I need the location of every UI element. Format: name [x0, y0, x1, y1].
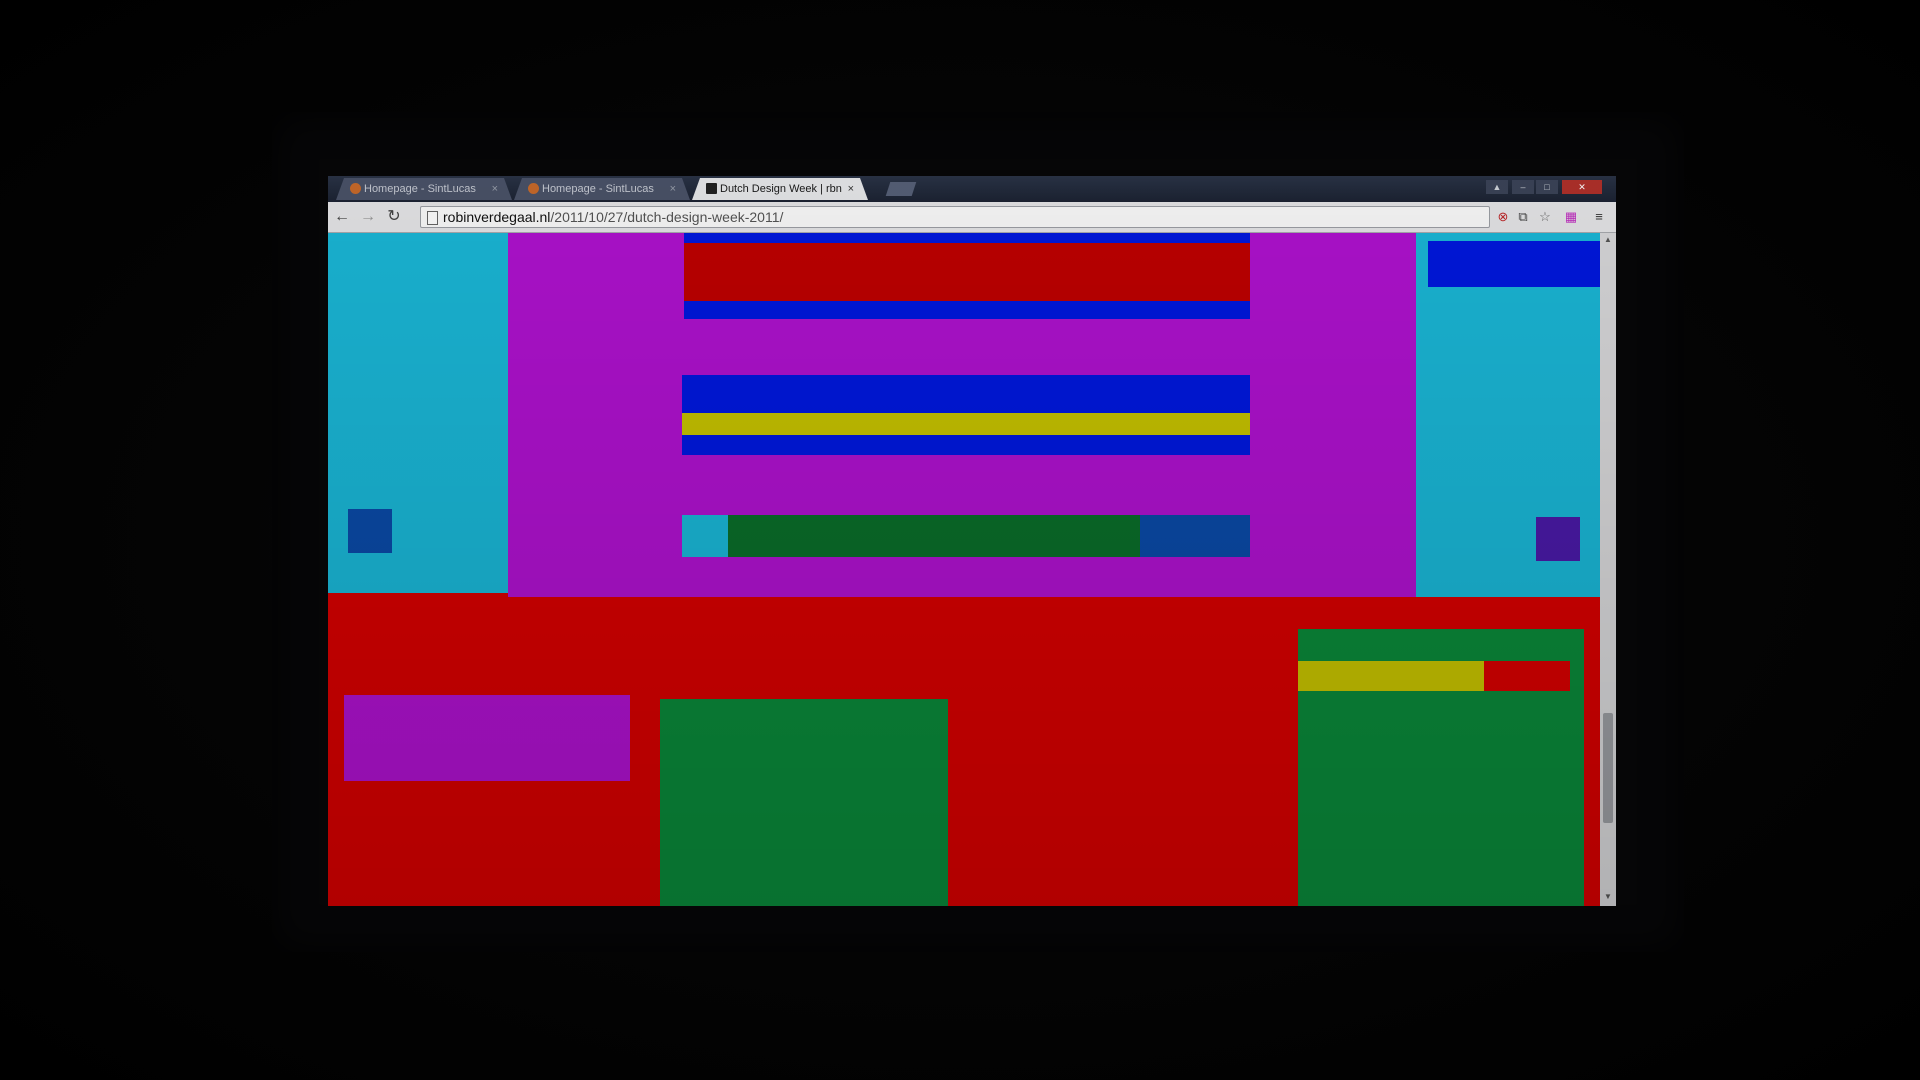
close-window-icon[interactable]: ✕: [1562, 180, 1602, 194]
purple-square: [1536, 517, 1580, 561]
yellow-bar-small: [1298, 661, 1484, 691]
magenta-block: [344, 695, 630, 781]
tab-strip: Homepage - SintLucas × Homepage - SintLu…: [328, 176, 1616, 202]
page-viewport: [328, 233, 1600, 906]
sintlucas-favicon-icon: [350, 183, 361, 194]
sintlucas-favicon-icon: [528, 183, 539, 194]
cyan-segment: [682, 515, 728, 557]
scroll-up-icon[interactable]: ▲: [1600, 235, 1616, 247]
scroll-thumb[interactable]: [1603, 713, 1613, 823]
tab-label: Homepage - SintLucas: [542, 183, 654, 195]
browser-window: Homepage - SintLucas × Homepage - SintLu…: [328, 176, 1616, 906]
adblock-icon[interactable]: ⊗: [1496, 210, 1510, 224]
menu-icon[interactable]: ≡: [1592, 210, 1606, 224]
tab-homepage-sintlucas-2[interactable]: Homepage - SintLucas ×: [514, 178, 690, 200]
green-segment: [728, 515, 1140, 557]
blue-stripe: [684, 301, 1250, 319]
tab-dutch-design-week[interactable]: Dutch Design Week | rbn ×: [692, 178, 868, 200]
page-icon: [427, 211, 438, 225]
translate-icon[interactable]: ⧉: [1516, 210, 1530, 224]
tab-homepage-sintlucas-1[interactable]: Homepage - SintLucas ×: [336, 178, 512, 200]
extension-icon[interactable]: ▦: [1564, 210, 1578, 224]
tab-close-icon[interactable]: ×: [848, 178, 854, 200]
tab-label: Dutch Design Week | rbn: [720, 183, 842, 195]
red-bar: [684, 243, 1250, 301]
forward-icon[interactable]: →: [358, 207, 378, 227]
blue-bar: [682, 435, 1250, 455]
address-bar[interactable]: robinverdegaal.nl/2011/10/27/dutch-desig…: [420, 206, 1490, 228]
vertical-scrollbar[interactable]: ▲ ▼: [1600, 233, 1616, 906]
red-bar-small: [1484, 661, 1570, 691]
blue-square: [348, 509, 392, 553]
blue-bar: [682, 375, 1250, 413]
scroll-down-icon[interactable]: ▼: [1600, 892, 1616, 904]
profile-icon[interactable]: ▲: [1486, 180, 1508, 194]
minimize-icon[interactable]: –: [1512, 180, 1534, 194]
back-icon[interactable]: ←: [332, 207, 352, 227]
star-icon[interactable]: ☆: [1538, 210, 1552, 224]
blue-segment: [1140, 515, 1250, 557]
tab-close-icon[interactable]: ×: [670, 178, 676, 200]
photo-background: Homepage - SintLucas × Homepage - SintLu…: [0, 0, 1920, 1080]
tab-label: Homepage - SintLucas: [364, 183, 476, 195]
maximize-icon[interactable]: □: [1536, 180, 1558, 194]
url-text: robinverdegaal.nl/2011/10/27/dutch-desig…: [443, 209, 784, 225]
green-block: [660, 699, 948, 906]
browser-toolbar: ← → ↻ robinverdegaal.nl/2011/10/27/dutch…: [328, 202, 1616, 233]
blue-stripe: [684, 233, 1250, 243]
blue-block-top-right: [1428, 241, 1600, 287]
new-tab-button[interactable]: [885, 182, 917, 196]
tab-close-icon[interactable]: ×: [492, 178, 498, 200]
reload-icon[interactable]: ↻: [384, 207, 404, 227]
yellow-bar: [682, 413, 1250, 435]
rbn-favicon-icon: [706, 183, 717, 194]
